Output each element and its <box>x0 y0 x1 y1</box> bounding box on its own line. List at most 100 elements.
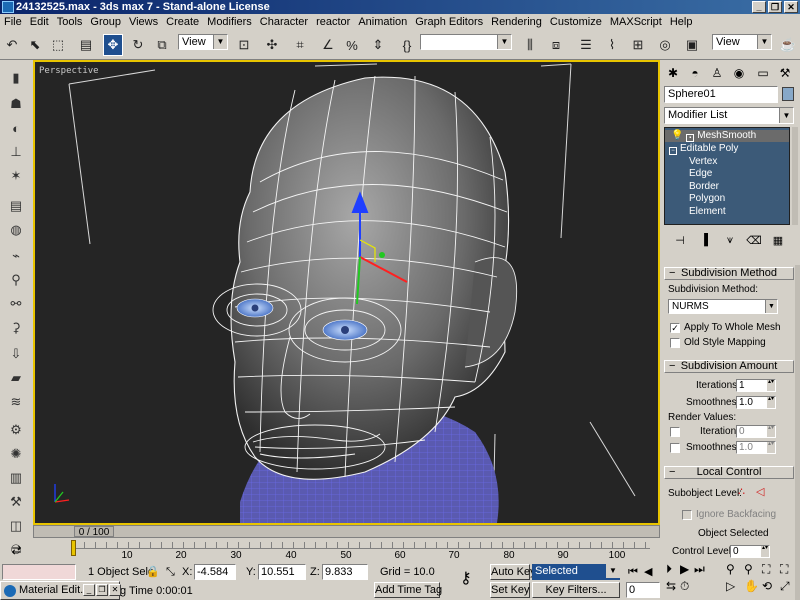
select-by-name-icon[interactable]: ▤ <box>76 34 96 56</box>
layer-manager-icon[interactable]: ☰ <box>576 34 596 56</box>
auto-key-button[interactable]: Auto Key <box>490 564 536 580</box>
previous-frame-icon[interactable]: ◀ <box>644 565 652 579</box>
app-icon[interactable] <box>2 1 14 13</box>
select-manipulate-icon[interactable]: ✣ <box>262 34 282 56</box>
select-rotate-icon[interactable]: ↻ <box>128 34 148 56</box>
tool-icon-5[interactable]: ✶ <box>6 166 26 186</box>
stack-item-meshsmooth[interactable]: 💡 ▪ MeshSmooth <box>665 130 789 142</box>
tool-icon-14[interactable]: ≋ <box>6 392 26 412</box>
menu-help[interactable]: Help <box>666 14 697 30</box>
spinner-snap-icon[interactable]: ⇕ <box>368 34 388 56</box>
lock-selection-icon[interactable]: 🔒 <box>146 565 160 579</box>
key-mode-icon[interactable]: ⇄ <box>0 538 33 562</box>
schematic-view-icon[interactable]: ⊞ <box>628 34 648 56</box>
menu-maxscript[interactable]: MAXScript <box>606 14 666 30</box>
render-smoothness-spinner[interactable]: 1.0 ▴▾ <box>736 441 776 454</box>
quick-render-icon[interactable]: ☕ <box>778 34 798 56</box>
make-unique-icon[interactable]: ⩛ <box>722 232 738 248</box>
z-coordinate-field[interactable]: 9.833 <box>322 564 368 580</box>
control-level-spinner[interactable]: 0 ▴▾ <box>730 545 770 558</box>
restore-button[interactable]: ❐ <box>768 1 782 13</box>
command-panel-scrollbar[interactable] <box>795 265 800 600</box>
tool-icon-12[interactable]: ⇩ <box>6 344 26 364</box>
set-key-button[interactable]: Set Key <box>490 582 530 598</box>
object-color-swatch[interactable] <box>782 87 794 101</box>
zoom-extents-icon[interactable]: ⛶ <box>762 563 770 575</box>
menu-file[interactable]: File <box>0 14 26 30</box>
perspective-viewport[interactable]: Perspective <box>33 60 660 525</box>
object-name-field[interactable]: Sphere01 <box>664 86 778 103</box>
smoothness-spinner[interactable]: 1.0 ▴▾ <box>736 396 776 409</box>
menu-tools[interactable]: Tools <box>53 14 87 30</box>
render-iterations-checkbox[interactable] <box>670 427 680 437</box>
curve-editor-icon[interactable]: ⌇ <box>602 34 622 56</box>
absolute-mode-icon[interactable]: ⤡ <box>166 565 175 579</box>
percent-snap-icon[interactable]: % <box>342 34 362 56</box>
tool-icon-17[interactable]: ▥ <box>6 468 26 488</box>
pivot-center-icon[interactable]: ⊡ <box>234 34 254 56</box>
time-slider-frame[interactable]: 0 / 100 <box>74 526 114 538</box>
zoom-icon[interactable]: ⚲ <box>726 563 735 575</box>
iterations-spinner[interactable]: 1 ▴▾ <box>736 379 776 392</box>
stack-item-editable-poly[interactable]: − Editable Poly <box>665 143 789 155</box>
tool-icon-13[interactable]: ▰ <box>6 368 26 388</box>
zoom-all-icon[interactable]: ⚲ <box>744 563 753 575</box>
lightbulb-icon[interactable]: 💡 <box>671 130 683 141</box>
key-set-dropdown[interactable]: Selected ▼ <box>532 564 620 580</box>
render-smoothness-checkbox[interactable] <box>670 443 680 453</box>
minimize-button[interactable]: _ <box>83 584 95 596</box>
utilities-tab-icon[interactable]: ⚒ <box>776 64 794 82</box>
collapse-icon[interactable]: ▪ <box>686 134 695 142</box>
tool-icon-9[interactable]: ⚲ <box>6 270 26 290</box>
tool-icon-3[interactable]: ◐ <box>6 118 26 138</box>
material-editor-icon[interactable]: ◎ <box>655 34 675 56</box>
configure-modifier-sets-icon[interactable]: ▦ <box>770 232 786 248</box>
render-scene-icon[interactable]: ▣ <box>682 34 702 56</box>
x-coordinate-field[interactable]: -4.584 <box>194 564 236 580</box>
tool-icon-7[interactable]: ◍ <box>6 220 26 240</box>
modify-tab-icon[interactable]: ◓ <box>686 64 704 82</box>
select-region-icon[interactable]: ⬚ <box>48 34 68 56</box>
play-icon[interactable]: ⏵ <box>666 563 672 575</box>
menu-edit[interactable]: Edit <box>26 14 53 30</box>
menu-character[interactable]: Character <box>256 14 312 30</box>
tool-icon-1[interactable]: ▮ <box>6 68 26 88</box>
minimize-button[interactable]: _ <box>752 1 766 13</box>
stack-item-border[interactable]: Border <box>665 181 789 193</box>
stack-scrollbar[interactable] <box>792 127 798 225</box>
menu-modifiers[interactable]: Modifiers <box>203 14 256 30</box>
stack-item-element[interactable]: Element <box>665 206 789 218</box>
stack-item-polygon[interactable]: Polygon <box>665 193 789 205</box>
pin-stack-icon[interactable]: ⊣ <box>672 232 688 248</box>
apply-to-whole-mesh-checkbox[interactable]: ✓ <box>670 323 680 333</box>
menu-group[interactable]: Group <box>86 14 125 30</box>
spinner-arrows-icon[interactable]: ▴▾ <box>767 441 775 453</box>
menu-views[interactable]: Views <box>125 14 162 30</box>
spinner-arrows-icon[interactable]: ▴▾ <box>761 545 769 557</box>
spinner-arrows-icon[interactable]: ▴▾ <box>767 396 775 408</box>
tool-icon-11[interactable]: ⚳ <box>6 318 26 338</box>
spinner-arrows-icon[interactable]: ▴▾ <box>767 425 775 437</box>
subdivision-method-rollout[interactable]: − Subdivision Method <box>664 267 794 280</box>
menu-customize[interactable]: Customize <box>546 14 606 30</box>
track-bar[interactable]: 10 20 30 40 50 60 70 80 90 100 <box>33 538 660 562</box>
menu-create[interactable]: Create <box>162 14 203 30</box>
key-icon[interactable]: ⚷ <box>460 571 472 587</box>
tool-icon-10[interactable]: ⚯ <box>6 294 26 314</box>
remove-modifier-icon[interactable]: ⌫ <box>746 232 762 248</box>
tool-icon-19[interactable]: ◫ <box>6 516 26 536</box>
subdivision-amount-rollout[interactable]: − Subdivision Amount <box>664 360 794 373</box>
vertex-level-icon[interactable]: ∴ <box>738 486 745 498</box>
mirror-icon[interactable]: ⫼ <box>520 34 540 56</box>
pan-icon[interactable]: ✋ <box>744 580 759 592</box>
tool-icon-16[interactable]: ✺ <box>6 444 26 464</box>
motion-tab-icon[interactable]: ◉ <box>730 64 748 82</box>
zoom-extents-all-icon[interactable]: ⛶ <box>780 563 788 575</box>
close-button[interactable]: ✕ <box>109 584 121 596</box>
render-iterations-spinner[interactable]: 0 ▴▾ <box>736 425 776 438</box>
tool-icon-15[interactable]: ⚙ <box>6 420 26 440</box>
y-coordinate-field[interactable]: 10.551 <box>258 564 306 580</box>
show-end-result-icon[interactable]: ▐ <box>696 232 712 248</box>
next-frame-icon[interactable]: ▶ <box>680 563 689 575</box>
render-view-dropdown[interactable]: View ▼ <box>712 34 772 50</box>
